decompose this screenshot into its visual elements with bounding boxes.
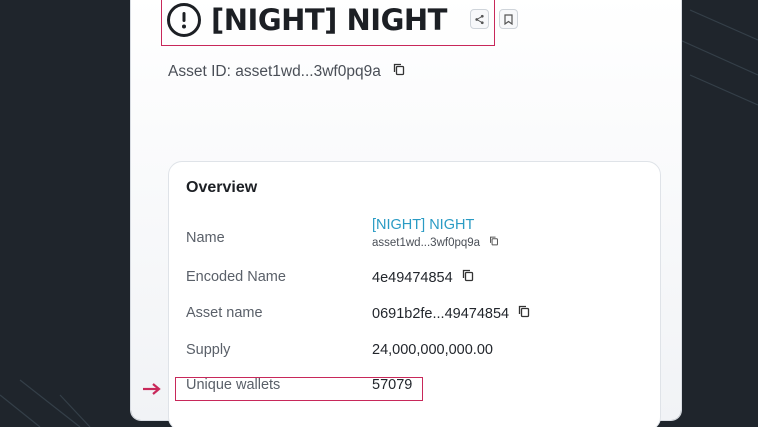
overview-title: Overview	[186, 179, 258, 196]
unique-wallets-highlight-box	[175, 377, 423, 401]
row-value: 0691b2fe...49474854	[372, 305, 530, 322]
asset-name-link[interactable]: [NIGHT] NIGHT	[372, 217, 474, 233]
row-value: 24,000,000,000.00	[372, 342, 493, 358]
copy-icon[interactable]	[518, 305, 530, 322]
asset-fingerprint-text: asset1wd...3wf0pq9a	[372, 236, 481, 249]
share-icon	[475, 14, 484, 24]
row-label: Encoded Name	[186, 269, 286, 285]
asset-id-label: Asset ID:	[168, 63, 231, 80]
copy-icon[interactable]	[462, 269, 474, 286]
page-title: [NIGHT] NIGHT	[211, 3, 447, 37]
row-value: [NIGHT] NIGHT asset1wd...3wf0pq9a	[372, 217, 499, 249]
alert-circle-icon	[167, 3, 201, 37]
asset-fingerprint: asset1wd...3wf0pq9a	[372, 236, 499, 249]
row-label: Supply	[186, 342, 231, 358]
row-label: Name	[186, 230, 225, 246]
asset-id-row: Asset ID: asset1wd...3wf0pq9a	[168, 63, 405, 81]
encoded-name-value: 4e49474854	[372, 269, 453, 286]
bookmark-icon	[504, 13, 513, 25]
copy-icon[interactable]	[393, 63, 405, 81]
bookmark-button[interactable]	[499, 9, 518, 29]
copy-icon[interactable]	[489, 236, 499, 249]
asset-card: [NIGHT] NIGHT Asset ID: asset1wd...3wf0p…	[131, 0, 681, 427]
row-label: Asset name	[186, 305, 263, 321]
title-row: [NIGHT] NIGHT	[167, 0, 447, 40]
supply-value: 24,000,000,000.00	[372, 342, 493, 358]
asset-id-value: asset1wd...3wf0pq9a	[235, 63, 381, 80]
share-button[interactable]	[470, 9, 489, 29]
arrow-right-icon	[143, 383, 161, 395]
row-value: 4e49474854	[372, 269, 474, 286]
asset-name-hex-value: 0691b2fe...49474854	[372, 305, 510, 322]
